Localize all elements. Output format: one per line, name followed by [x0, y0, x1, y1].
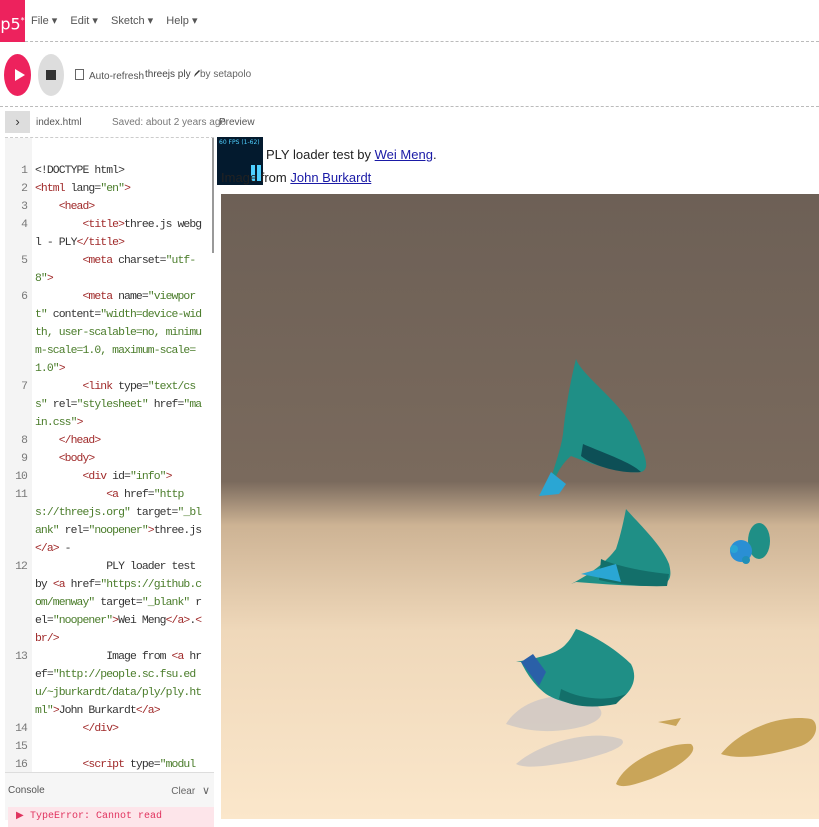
line-number: 13 — [15, 651, 28, 663]
sketch-name-text: threejs ply — [145, 69, 191, 80]
code-text[interactable]: <!DOCTYPE html> — [27, 162, 205, 180]
line-number: 15 — [15, 741, 28, 753]
code-text[interactable]: <a href="https://threejs.org" target="_b… — [27, 486, 205, 558]
code-text[interactable]: <meta charset="utf-8"> — [27, 252, 205, 288]
console-clear-button[interactable]: Clear ∨ — [171, 784, 210, 797]
code-text[interactable]: </div> — [27, 720, 205, 738]
line-number: 5 — [21, 255, 28, 267]
code-line[interactable]: 8 </head> — [5, 432, 210, 450]
info-line-1: PLY loader test by Wei Meng. — [216, 147, 819, 162]
code-text[interactable] — [27, 738, 205, 756]
line-number: 7 — [21, 381, 28, 393]
top-menu-bar: p5* File ▾ Edit ▾ Sketch ▾ Help ▾ — [0, 0, 819, 42]
code-line[interactable]: 16 <script type="module"> — [5, 756, 210, 773]
line-number: 4 — [21, 219, 28, 231]
info-line-2: Image from John Burkardt — [216, 170, 819, 185]
code-line[interactable]: 11 <a href="https://threejs.org" target=… — [5, 486, 210, 558]
file-name[interactable]: index.html — [36, 117, 82, 128]
code-text[interactable]: <title>three.js webgl - PLY</title> — [27, 216, 205, 252]
info-overlay: PLY loader test by Wei Meng. Image from … — [216, 147, 819, 185]
stop-button[interactable] — [38, 54, 64, 96]
code-text[interactable]: <html lang="en"> — [27, 180, 205, 198]
code-line[interactable]: 9 <body> — [5, 450, 210, 468]
3d-scene-canvas[interactable] — [221, 194, 819, 819]
play-button[interactable] — [4, 54, 31, 96]
code-line[interactable]: 4 <title>three.js webgl - PLY</title> — [5, 216, 210, 252]
main-menu: File ▾ Edit ▾ Sketch ▾ Help ▾ — [31, 14, 207, 27]
p5-logo[interactable]: p5* — [0, 0, 25, 42]
code-line[interactable]: 1 <!DOCTYPE html> — [5, 162, 210, 180]
code-line[interactable]: 15 — [5, 738, 210, 756]
line-number: 6 — [21, 291, 28, 303]
line-number: 14 — [15, 723, 28, 735]
editor-scrollbar[interactable] — [212, 138, 214, 253]
preview-label: Preview — [219, 117, 255, 128]
sketch-author[interactable]: by setapolo — [200, 69, 251, 80]
line-number: 2 — [21, 183, 28, 195]
code-text[interactable]: <div id="info"> — [27, 468, 205, 486]
line-number: 12 — [15, 561, 28, 573]
john-burkardt-link[interactable]: John Burkardt — [290, 170, 371, 185]
code-line[interactable]: 10 <div id="info"> — [5, 468, 210, 486]
line-number: 10 — [15, 471, 28, 483]
code-line[interactable]: 13 Image from <a href="http://people.sc.… — [5, 648, 210, 720]
console-clear-label: Clear — [171, 786, 196, 797]
menu-edit[interactable]: Edit ▾ — [70, 15, 98, 27]
console-title: Console — [8, 785, 45, 796]
code-text[interactable]: </head> — [27, 432, 205, 450]
console-panel: Console Clear ∨ ▶ TypeError: Cannot read — [5, 772, 214, 827]
code-text[interactable]: <meta name="viewport" content="width=dev… — [27, 288, 205, 378]
saved-status: Saved: about 2 years ago — [112, 117, 226, 128]
chevron-right-icon: › — [15, 114, 20, 129]
line-number: 3 — [21, 201, 28, 213]
info-text-period: . — [432, 147, 437, 162]
code-line[interactable]: 5 <meta charset="utf-8"> — [5, 252, 210, 288]
code-line[interactable]: 14 </div> — [5, 720, 210, 738]
line-number: 11 — [15, 489, 28, 501]
line-number: 1 — [21, 165, 28, 177]
info-text-image-from: Image from — [221, 170, 291, 185]
line-number: 8 — [21, 435, 28, 447]
sidebar-toggle-button[interactable]: › — [5, 111, 30, 133]
code-editor[interactable]: 1 <!DOCTYPE html> 2 <html lang="en"> 3 <head… — [5, 137, 214, 773]
code-line[interactable]: 3 <head> — [5, 198, 210, 216]
code-line[interactable]: 12 PLY loader test by <a href="https://g… — [5, 558, 210, 648]
code-line[interactable]: 6 <meta name="viewport" content="width=d… — [5, 288, 210, 378]
code-text[interactable]: <link type="text/css" rel="stylesheet" h… — [27, 378, 205, 432]
code-content[interactable]: 1 <!DOCTYPE html> 2 <html lang="en"> 3 <head… — [5, 162, 210, 773]
auto-refresh-checkbox[interactable] — [75, 69, 84, 80]
menu-file[interactable]: File ▾ — [31, 15, 57, 27]
code-text[interactable]: <body> — [27, 450, 205, 468]
caret-right-icon[interactable]: ▶ — [16, 807, 24, 827]
wei-meng-link[interactable]: Wei Meng — [375, 147, 433, 162]
code-line[interactable]: 7 <link type="text/css" rel="stylesheet"… — [5, 378, 210, 432]
menu-sketch[interactable]: Sketch ▾ — [111, 15, 153, 27]
code-text[interactable]: Image from <a href="http://people.sc.fsu… — [27, 648, 205, 720]
code-text[interactable]: <head> — [27, 198, 205, 216]
info-text: PLY loader test by — [266, 147, 375, 162]
preview-pane[interactable]: 60 FPS (1-62) PLY loader test by Wei Men… — [216, 137, 819, 819]
console-error-message: ▶ TypeError: Cannot read — [8, 807, 214, 827]
code-text[interactable]: PLY loader test by <a href="https://gith… — [27, 558, 205, 648]
console-error-text: TypeError: Cannot read — [30, 811, 163, 822]
auto-refresh-label: Auto-refresh — [89, 71, 145, 82]
code-line[interactable]: 2 <html lang="en"> — [5, 180, 210, 198]
menu-help[interactable]: Help ▾ — [166, 15, 197, 27]
line-number: 9 — [21, 453, 28, 465]
sketch-name[interactable]: threejs ply — [145, 69, 201, 80]
chevron-down-icon[interactable]: ∨ — [202, 785, 210, 797]
line-number: 16 — [15, 759, 28, 771]
auto-refresh-toggle[interactable]: Auto-refresh — [75, 69, 144, 82]
code-text[interactable]: <script type="module"> — [27, 756, 205, 773]
